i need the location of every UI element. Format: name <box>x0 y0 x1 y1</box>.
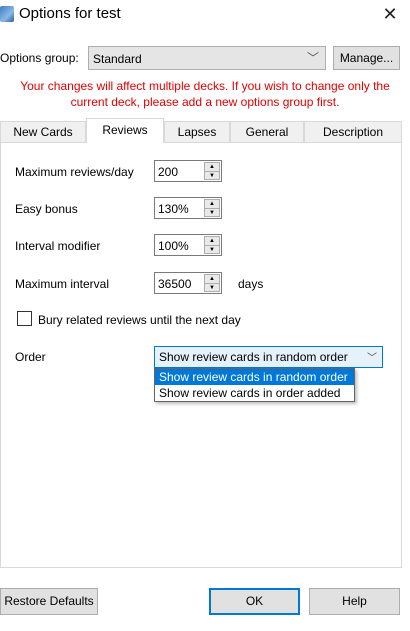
close-icon[interactable]: ✕ <box>378 3 402 25</box>
interval-modifier-label: Interval modifier <box>15 239 101 253</box>
warning-message: Your changes will affect multiple decks.… <box>0 78 410 110</box>
easy-bonus-spinbox[interactable]: 130% ▲ ▼ <box>154 197 222 219</box>
warning-line-1: Your changes will affect multiple decks.… <box>20 79 390 93</box>
manage-button[interactable]: Manage... <box>333 46 400 70</box>
title-bar: Options for test ✕ <box>0 0 410 30</box>
spin-arrows[interactable]: ▲ ▼ <box>204 162 220 180</box>
ok-button[interactable]: OK <box>209 588 300 615</box>
bury-label[interactable]: Bury related reviews until the next day <box>38 313 241 327</box>
tab-general[interactable]: General <box>230 121 304 142</box>
tab-reviews[interactable]: Reviews <box>86 118 164 143</box>
order-option-random[interactable]: Show review cards in random order <box>155 369 354 385</box>
tab-lapses[interactable]: Lapses <box>164 121 230 142</box>
tab-description[interactable]: Description <box>304 121 402 142</box>
max-reviews-value: 200 <box>158 165 179 179</box>
arrow-up-icon[interactable]: ▲ <box>205 163 219 171</box>
options-group-label: Options group: <box>0 51 79 65</box>
order-option-added[interactable]: Show review cards in order added <box>155 385 354 401</box>
interval-modifier-value: 100% <box>158 239 189 253</box>
arrow-down-icon[interactable]: ▼ <box>205 208 219 216</box>
arrow-down-icon[interactable]: ▼ <box>205 283 219 291</box>
arrow-up-icon[interactable]: ▲ <box>205 200 219 208</box>
easy-bonus-value: 130% <box>158 202 189 216</box>
max-interval-value: 36500 <box>158 277 192 291</box>
bury-checkbox[interactable] <box>17 311 32 326</box>
restore-defaults-button[interactable]: Restore Defaults <box>0 588 98 615</box>
options-group-value: Standard <box>93 52 142 66</box>
spin-arrows[interactable]: ▲ ▼ <box>204 274 220 292</box>
max-interval-unit: days <box>238 277 264 291</box>
spin-arrows[interactable]: ▲ ▼ <box>204 236 220 254</box>
options-group-select[interactable]: Standard ﹀ <box>88 46 326 70</box>
chevron-down-icon: ﹀ <box>306 51 319 65</box>
easy-bonus-label: Easy bonus <box>15 202 78 216</box>
spin-arrows[interactable]: ▲ ▼ <box>204 199 220 217</box>
app-icon <box>0 6 14 22</box>
help-button[interactable]: Help <box>309 588 400 615</box>
order-dropdown-list: Show review cards in random order Show r… <box>154 368 355 402</box>
order-select[interactable]: Show review cards in random order ﹀ <box>154 346 383 368</box>
order-value: Show review cards in random order <box>159 350 348 364</box>
arrow-down-icon[interactable]: ▼ <box>205 171 219 179</box>
interval-modifier-spinbox[interactable]: 100% ▲ ▼ <box>154 234 222 256</box>
window-title: Options for test <box>19 5 121 22</box>
max-reviews-label: Maximum reviews/day <box>15 165 134 179</box>
order-label: Order <box>15 350 46 364</box>
arrow-up-icon[interactable]: ▲ <box>205 275 219 283</box>
max-interval-label: Maximum interval <box>15 277 110 291</box>
max-interval-spinbox[interactable]: 36500 ▲ ▼ <box>154 272 222 294</box>
tab-new-cards[interactable]: New Cards <box>0 121 86 142</box>
arrow-up-icon[interactable]: ▲ <box>205 237 219 245</box>
tab-bar: New Cards Reviews Lapses General Descrip… <box>0 118 410 143</box>
max-reviews-spinbox[interactable]: 200 ▲ ▼ <box>154 160 222 182</box>
chevron-down-icon: ﹀ <box>367 353 377 364</box>
arrow-down-icon[interactable]: ▼ <box>205 245 219 253</box>
warning-line-2: current deck, please add a new options g… <box>70 95 340 109</box>
